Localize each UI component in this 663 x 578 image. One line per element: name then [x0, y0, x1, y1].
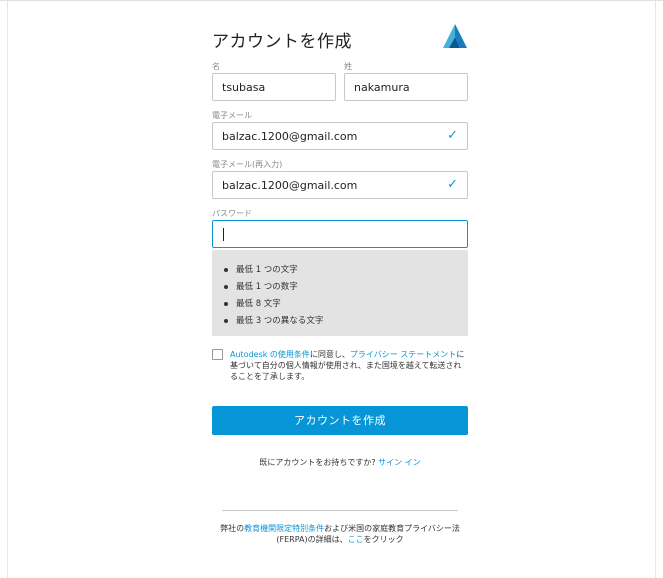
requirement-item: 最低 1 つの文字	[224, 263, 298, 275]
email-confirm-field[interactable]: balzac.1200@gmail.com ✓	[212, 171, 468, 199]
email-value: balzac.1200@gmail.com	[222, 130, 358, 143]
footer-text: 弊社の教育機関限定特別条件および米国の家庭教育プライバシー法(FERPA)の詳細…	[220, 524, 460, 544]
education-terms-link[interactable]: 教育機関限定特別条件	[244, 524, 324, 533]
ferpa-here-link[interactable]: ここ	[348, 535, 364, 544]
email-confirm-value: balzac.1200@gmail.com	[222, 179, 358, 192]
first-name-field[interactable]: tsubasa	[212, 73, 336, 101]
bullet-icon	[224, 267, 228, 272]
bullet-icon	[224, 284, 228, 289]
email-field[interactable]: balzac.1200@gmail.com ✓	[212, 122, 468, 150]
password-field[interactable]	[212, 220, 468, 248]
terms-text: Autodesk の使用条件に同意し、プライバシー ステートメントに基づいて自分…	[230, 350, 465, 381]
password-requirements-box: 最低 1 つの文字 最低 1 つの数字 最低 8 文字 最低 3 つの異なる文字	[212, 250, 468, 336]
password-label: パスワード	[212, 209, 252, 218]
checkmark-icon: ✓	[447, 128, 458, 143]
first-name-label: 名	[212, 62, 220, 71]
page-title: アカウントを作成	[212, 32, 352, 52]
autodesk-logo-icon	[443, 24, 467, 48]
terms-checkbox[interactable]	[212, 349, 223, 360]
last-name-value: nakamura	[354, 81, 410, 94]
terms-of-use-link[interactable]: Autodesk の使用条件	[230, 350, 310, 359]
privacy-statement-link[interactable]: プライバシー ステートメント	[350, 350, 456, 359]
first-name-value: tsubasa	[222, 81, 266, 94]
email-label: 電子メール	[212, 111, 252, 120]
requirement-item: 最低 8 文字	[224, 297, 281, 309]
requirement-item: 最低 1 つの数字	[224, 280, 298, 292]
create-account-button[interactable]: アカウントを作成	[212, 406, 468, 435]
signin-prompt: 既にアカウントをお持ちですか? サイン イン	[259, 458, 421, 467]
signin-link[interactable]: サイン イン	[378, 458, 421, 467]
checkmark-icon: ✓	[447, 177, 458, 192]
requirement-item: 最低 3 つの異なる文字	[224, 314, 323, 326]
email-confirm-label: 電子メール(再入力)	[212, 160, 283, 169]
last-name-field[interactable]: nakamura	[344, 73, 468, 101]
text-cursor	[223, 228, 224, 241]
divider	[222, 510, 458, 511]
page: アカウントを作成 名 姓 tsubasa nakamura 電子メール balz…	[0, 0, 663, 578]
last-name-label: 姓	[344, 62, 352, 71]
bullet-icon	[224, 318, 228, 323]
bullet-icon	[224, 301, 228, 306]
